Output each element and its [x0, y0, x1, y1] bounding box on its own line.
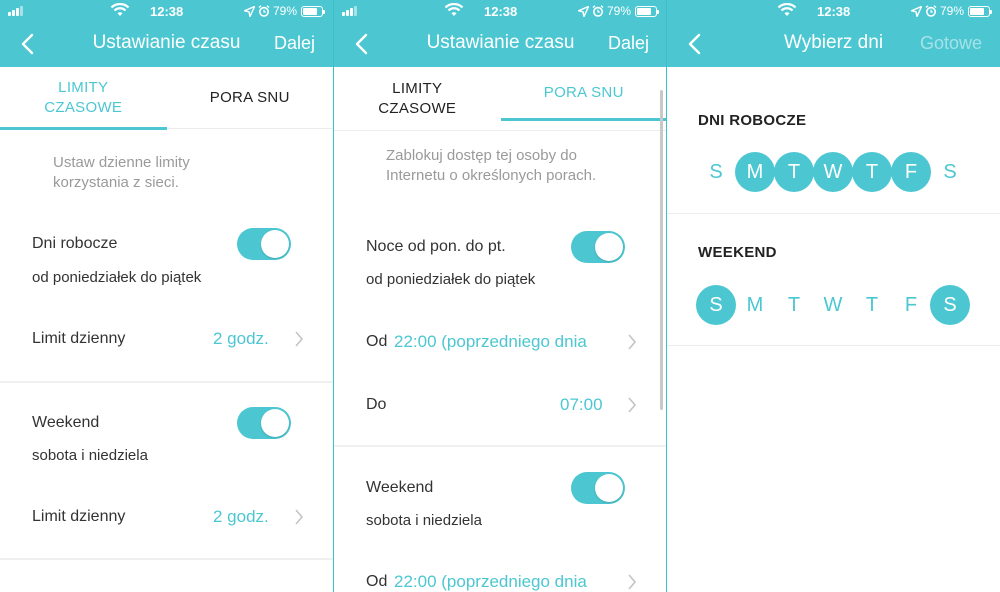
- weekend-days-picker: SMTWTFS: [696, 285, 976, 325]
- workdays-section-title: DNI ROBOCZE: [698, 112, 807, 129]
- nights-from-value[interactable]: 22:00 (poprzedniego dnia: [394, 332, 610, 352]
- weekend-day-1[interactable]: M: [735, 285, 775, 325]
- nights-to-label: Do: [366, 396, 387, 413]
- location-icon: [243, 5, 255, 17]
- tab-time-limits[interactable]: LIMITY CZASOWE: [334, 67, 501, 130]
- alarm-icon: [925, 5, 937, 17]
- chevron-right-icon[interactable]: [294, 508, 304, 526]
- section-divider: [0, 558, 333, 560]
- workdays-day-3[interactable]: W: [813, 152, 853, 192]
- weekend-label: Weekend: [32, 414, 100, 431]
- wifi-icon: [110, 3, 130, 16]
- wifi-icon: [777, 3, 797, 16]
- weekdays-sublabel: od poniedziałek do piątek: [32, 269, 202, 286]
- weekend-sublabel: sobota i niedziela: [32, 447, 148, 464]
- weekend-day-3[interactable]: W: [813, 285, 853, 325]
- nights-to-value[interactable]: 07:00: [560, 395, 603, 415]
- tab-sleep-time[interactable]: PORA SNU: [500, 67, 668, 121]
- battery-icon: [968, 5, 992, 17]
- weekend-toggle[interactable]: [237, 407, 291, 439]
- sleep-time-screen: 12:38 79% Ustawianie czasu Dalej LIMITY …: [334, 0, 667, 592]
- weekend-section-title: WEEKEND: [698, 244, 777, 261]
- weekend-day-4[interactable]: T: [852, 285, 892, 325]
- workdays-day-4[interactable]: T: [852, 152, 892, 192]
- signal-icon: [8, 6, 26, 16]
- workdays-day-1[interactable]: M: [735, 152, 775, 192]
- wifi-icon: [444, 3, 464, 16]
- weekend-limit-label: Limit dzienny: [32, 508, 126, 525]
- weekend-toggle[interactable]: [571, 472, 625, 504]
- weekend-label: Weekend: [366, 479, 434, 496]
- navigation-bar: Ustawianie czasu Dalej: [0, 24, 333, 64]
- weekdays-limit-value[interactable]: 2 godz.: [213, 329, 269, 349]
- navigation-bar: Wybierz dni Gotowe: [667, 24, 1000, 64]
- time-limits-screen: 12:38 79% Ustawianie czasu Dalej LIMITY …: [0, 0, 333, 592]
- tab-time-limits[interactable]: LIMITY CZASOWE: [0, 67, 167, 130]
- next-button[interactable]: Dalej: [608, 33, 649, 54]
- weekend-day-2[interactable]: T: [774, 285, 814, 325]
- description-text: Zablokuj dostęp tej osoby do Internetu o…: [386, 147, 597, 184]
- alarm-icon: [258, 5, 270, 17]
- weekend-day-5[interactable]: F: [891, 285, 931, 325]
- nights-from-label: Od: [366, 333, 388, 350]
- weekdays-toggle[interactable]: [237, 228, 291, 260]
- description-text: Ustaw dzienne limity korzystania z sieci…: [53, 154, 190, 191]
- chevron-right-icon[interactable]: [627, 333, 637, 351]
- location-icon: [910, 5, 922, 17]
- workdays-day-5[interactable]: F: [891, 152, 931, 192]
- workdays-picker: SMTWTFS: [696, 152, 976, 192]
- tab-bar: LIMITY CZASOWE PORA SNU: [0, 67, 334, 130]
- section-divider: [0, 381, 333, 383]
- nights-sublabel: od poniedziałek do piątek: [366, 271, 536, 288]
- status-bar: 12:38 79%: [0, 3, 333, 20]
- navigation-bar: Ustawianie czasu Dalej: [334, 24, 667, 64]
- chevron-right-icon[interactable]: [294, 330, 304, 348]
- screenshot-collage: 12:38 79% Ustawianie czasu Dalej LIMITY …: [0, 0, 1000, 592]
- battery-percent: 79%: [606, 4, 631, 18]
- weekdays-label: Dni robocze: [32, 235, 118, 252]
- chevron-right-icon[interactable]: [627, 396, 637, 414]
- status-bar: 12:38 79%: [334, 3, 667, 20]
- weekend-day-6[interactable]: S: [930, 285, 970, 325]
- nights-toggle[interactable]: [571, 231, 625, 263]
- weekend-day-0[interactable]: S: [696, 285, 736, 325]
- tab-bar: LIMITY CZASOWE PORA SNU: [334, 67, 667, 131]
- scrollbar[interactable]: [660, 90, 663, 410]
- status-bar: 12:38 79%: [667, 3, 1000, 20]
- next-button[interactable]: Dalej: [274, 33, 315, 54]
- weekend-from-value[interactable]: 22:00 (poprzedniego dnia: [394, 572, 610, 592]
- signal-icon: [342, 6, 360, 16]
- section-divider: [667, 213, 1000, 214]
- weekdays-limit-label: Limit dzienny: [32, 330, 126, 347]
- location-icon: [577, 5, 589, 17]
- status-time: 12:38: [150, 4, 184, 19]
- nights-label: Noce od pon. do pt.: [366, 238, 506, 255]
- tab-sleep-time[interactable]: PORA SNU: [167, 67, 334, 128]
- chevron-right-icon[interactable]: [627, 573, 637, 591]
- alarm-icon: [592, 5, 604, 17]
- done-button[interactable]: Gotowe: [920, 33, 982, 54]
- weekend-from-label: Od: [366, 573, 388, 590]
- workdays-day-6[interactable]: S: [930, 152, 970, 192]
- battery-percent: 79%: [272, 4, 297, 18]
- choose-days-screen: 12:38 79% Wybierz dni Gotowe DNI ROBOCZE…: [667, 0, 1000, 592]
- status-time: 12:38: [817, 4, 851, 19]
- weekend-limit-value[interactable]: 2 godz.: [213, 507, 269, 527]
- battery-icon: [301, 5, 325, 17]
- status-time: 12:38: [484, 4, 518, 19]
- weekend-sublabel: sobota i niedziela: [366, 512, 482, 529]
- battery-percent: 79%: [939, 4, 964, 18]
- section-divider: [334, 445, 667, 447]
- battery-icon: [635, 5, 659, 17]
- workdays-day-0[interactable]: S: [696, 152, 736, 192]
- workdays-day-2[interactable]: T: [774, 152, 814, 192]
- section-divider: [667, 345, 1000, 346]
